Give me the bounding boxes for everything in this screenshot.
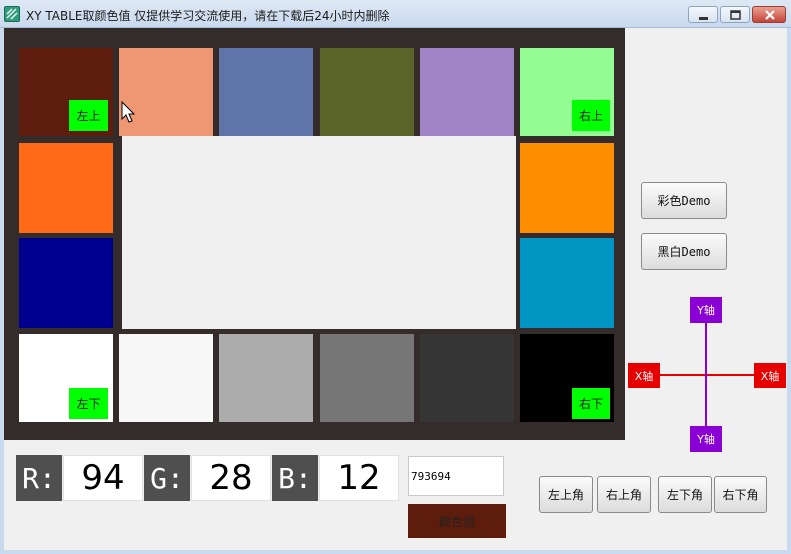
swatch-r4c2[interactable] (119, 334, 213, 422)
minimize-icon (699, 17, 708, 20)
close-icon (765, 10, 775, 20)
top-left-corner-button[interactable]: 左上角 (539, 476, 593, 513)
swatch-r4c5[interactable] (420, 334, 514, 422)
bottom-left-corner-button[interactable]: 左下角 (658, 476, 712, 513)
r-channel-value: 94 (63, 455, 143, 501)
title-bar[interactable]: XY TABLE取颜色值 仅提供学习交流使用，请在下载后24小时内删除 (0, 0, 791, 28)
tag-bottom-left: 左下 (69, 388, 108, 419)
app-icon (4, 6, 20, 22)
swatch-r4c4[interactable] (320, 334, 414, 422)
x-axis-right-label[interactable]: X轴 (754, 363, 786, 388)
hex-value-field[interactable]: 793694 (408, 456, 504, 496)
swatch-r3c6[interactable] (520, 238, 614, 328)
b-channel-label: B: (272, 455, 318, 501)
swatch-r1c4[interactable] (320, 48, 414, 136)
color-board[interactable]: 左上 右上 左下 右下 (4, 28, 625, 440)
tag-top-left: 左上 (69, 100, 108, 131)
swatch-r4c3[interactable] (219, 334, 313, 422)
tag-top-right: 右上 (572, 100, 610, 131)
color-demo-button[interactable]: 彩色Demo (641, 182, 727, 219)
window-frame-bottom (0, 550, 791, 554)
bottom-right-corner-button[interactable]: 右下角 (714, 476, 767, 513)
mouse-cursor-icon (121, 101, 136, 123)
tag-bottom-right: 右下 (572, 388, 610, 419)
swatch-r1c5[interactable] (420, 48, 514, 136)
g-channel-label: G: (144, 455, 190, 501)
maximize-icon (730, 10, 741, 20)
maximize-button[interactable] (720, 6, 750, 23)
g-channel-value: 28 (191, 455, 271, 501)
swatch-r1c3[interactable] (219, 48, 313, 136)
r-channel-label: R: (16, 455, 62, 501)
b-channel-value: 12 (319, 455, 399, 501)
window-frame-right (787, 28, 791, 554)
y-axis-bottom-label[interactable]: Y轴 (690, 426, 722, 452)
bw-demo-button[interactable]: 黑白Demo (641, 233, 727, 270)
swatch-r3c1[interactable] (19, 238, 113, 328)
swatch-r2c6[interactable] (520, 143, 614, 233)
color-value-preview: 颜色值 (408, 504, 506, 538)
y-axis-line (705, 320, 707, 428)
minimize-button[interactable] (688, 6, 718, 23)
close-button[interactable] (752, 6, 786, 23)
swatch-r2c1[interactable] (19, 143, 113, 233)
y-axis-top-label[interactable]: Y轴 (690, 297, 722, 323)
top-right-corner-button[interactable]: 右上角 (597, 476, 651, 513)
x-axis-left-label[interactable]: X轴 (628, 363, 660, 388)
center-blank-area (122, 136, 516, 329)
window-title: XY TABLE取颜色值 仅提供学习交流使用，请在下载后24小时内删除 (26, 9, 390, 23)
